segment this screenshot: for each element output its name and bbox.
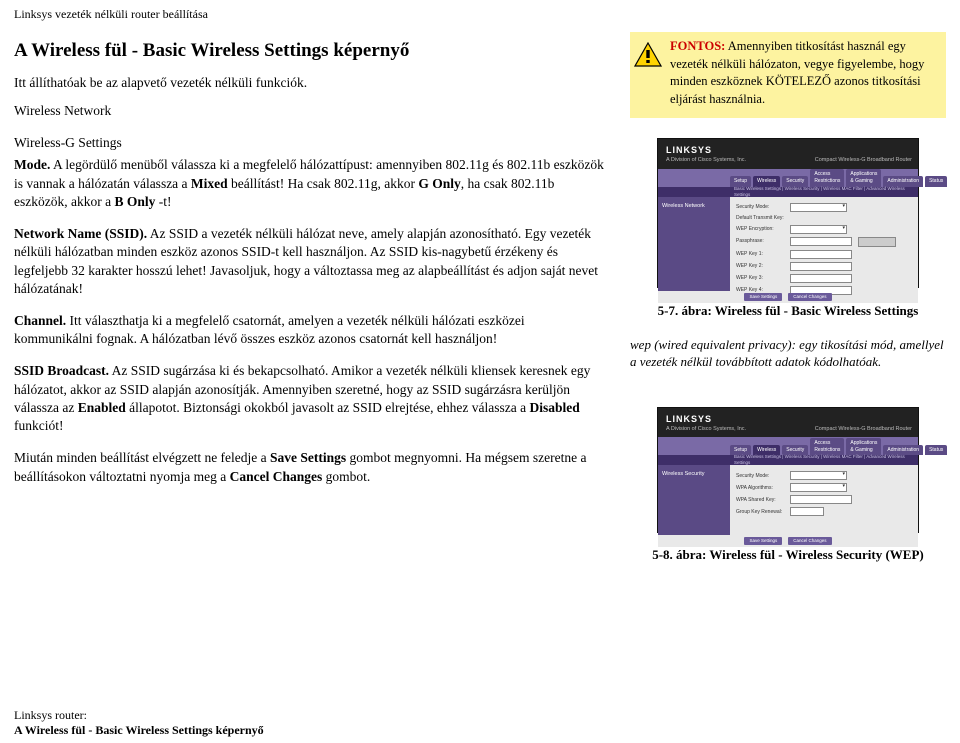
- form-label: Default Transmit Key:: [736, 215, 784, 222]
- footer-line-1: Linksys router:: [14, 708, 264, 724]
- sidebar-column: FONTOS: Amennyiben titkosítást használ e…: [630, 32, 946, 564]
- subsection-wireless-g-settings: Wireless-G Settings: [14, 134, 604, 152]
- brand-subtext-right: Compact Wireless-G Broadband Router: [815, 426, 912, 433]
- generate-button: [858, 237, 896, 247]
- router-screenshot-basic-wireless: LINKSYS A Division of Cisco Systems, Inc…: [657, 138, 919, 288]
- sub-tab-bar: Basic Wireless Settings | Wireless Secur…: [658, 187, 918, 197]
- form-select: [790, 471, 847, 480]
- form-label: WEP Key 3:: [736, 275, 784, 282]
- two-column-layout: A Wireless fül - Basic Wireless Settings…: [14, 32, 946, 564]
- form-input: [790, 495, 852, 504]
- tab-apps: Applications & Gaming: [846, 438, 881, 456]
- page-footer: Linksys router: A Wireless fül - Basic W…: [14, 708, 264, 739]
- important-callout: FONTOS: Amennyiben titkosítást használ e…: [630, 32, 946, 118]
- wep-definition-note: wep (wired equivalent privacy): egy tiko…: [630, 336, 946, 371]
- text: Miután minden beállítást elvégzett ne fe…: [14, 450, 270, 465]
- router-screenshot-wireless-security: LINKSYS A Division of Cisco Systems, Inc…: [657, 407, 919, 533]
- label-network-name: Network Name (SSID).: [14, 226, 147, 241]
- text: -t!: [155, 194, 171, 209]
- figure-caption-5-7: 5-7. ábra: Wireless fül - Basic Wireless…: [630, 302, 946, 320]
- figure-caption-5-8: 5-8. ábra: Wireless fül - Wireless Secur…: [630, 547, 946, 564]
- form-label: WEP Key 2:: [736, 263, 784, 270]
- tab-status: Status: [925, 445, 947, 456]
- tab-bar: Setup Wireless Security Access Restricti…: [658, 169, 918, 187]
- text: gombot.: [322, 469, 370, 484]
- form-label: Group Key Renewal:: [736, 509, 784, 516]
- callout-lead: FONTOS:: [670, 39, 725, 53]
- panel-form: Security Mode: WPA Algorithms: WPA Share…: [730, 465, 918, 535]
- value-mixed: Mixed: [191, 176, 228, 191]
- figure-5-8: LINKSYS A Division of Cisco Systems, Inc…: [630, 407, 946, 564]
- cancel-changes-button: Cancel Changes: [788, 537, 831, 545]
- form-label: WEP Encryption:: [736, 226, 784, 233]
- form-input: [790, 250, 852, 259]
- subsection-wireless-network: Wireless Network: [14, 102, 604, 120]
- form-label: Security Mode:: [736, 473, 784, 480]
- form-label: WPA Algorithms:: [736, 485, 784, 492]
- section-subtitle: Itt állíthatóak be az alapvető vezeték n…: [14, 74, 604, 92]
- brand-label: LINKSYS: [658, 139, 918, 157]
- paragraph-mode: Mode. A legördülő menüből válassza ki a …: [14, 156, 604, 211]
- text: állapotot. Biztonsági okokból javasolt a…: [126, 400, 530, 415]
- paragraph-ssid-broadcast: SSID Broadcast. Az SSID sugárzása ki és …: [14, 362, 604, 435]
- label-mode: Mode.: [14, 157, 50, 172]
- form-input: [790, 507, 824, 516]
- value-save-settings: Save Settings: [270, 450, 346, 465]
- value-disabled: Disabled: [530, 400, 580, 415]
- form-label: Security Mode:: [736, 204, 784, 211]
- form-label: Passphrase:: [736, 238, 784, 245]
- tab-status: Status: [925, 176, 947, 187]
- form-label: WEP Key 1:: [736, 251, 784, 258]
- value-cancel-changes: Cancel Changes: [230, 469, 323, 484]
- main-content-column: A Wireless fül - Basic Wireless Settings…: [14, 32, 604, 564]
- text: beállítást! Ha csak 802.11g, akkor: [228, 176, 419, 191]
- form-input: [790, 274, 852, 283]
- label-channel: Channel.: [14, 313, 66, 328]
- value-b-only: B Only: [114, 194, 155, 209]
- footer-line-2: A Wireless fül - Basic Wireless Settings…: [14, 723, 264, 739]
- form-input: [790, 262, 852, 271]
- save-settings-button: Save Settings: [744, 293, 782, 301]
- text: funkciót!: [14, 418, 64, 433]
- cancel-changes-button: Cancel Changes: [788, 293, 831, 301]
- save-settings-button: Save Settings: [744, 537, 782, 545]
- form-input: [790, 237, 852, 246]
- tab-access: Access Restrictions: [810, 169, 844, 187]
- tab-access: Access Restrictions: [810, 438, 844, 456]
- tab-bar: Setup Wireless Security Access Restricti…: [658, 437, 918, 455]
- text: Itt választhatja ki a megfelelő csatorná…: [14, 313, 525, 346]
- value-g-only: G Only: [418, 176, 460, 191]
- panel-left-label: Wireless Security: [658, 465, 730, 535]
- tab-apps: Applications & Gaming: [846, 169, 881, 187]
- brand-subtext-right: Compact Wireless-G Broadband Router: [815, 157, 912, 164]
- callout-text: FONTOS: Amennyiben titkosítást használ e…: [670, 38, 938, 108]
- paragraph-channel: Channel. Itt választhatja ki a megfelelő…: [14, 312, 604, 348]
- brand-subtext-left: A Division of Cisco Systems, Inc.: [666, 426, 746, 433]
- brand-label: LINKSYS: [658, 408, 918, 426]
- panel-form: Security Mode: Default Transmit Key: WEP…: [730, 197, 918, 291]
- sub-tab-bar: Basic Wireless Settings | Wireless Secur…: [658, 455, 918, 465]
- form-select: [790, 483, 847, 492]
- form-select: [790, 203, 847, 212]
- figure-5-7: LINKSYS A Division of Cisco Systems, Inc…: [630, 138, 946, 320]
- warning-icon: [634, 42, 662, 108]
- form-select: [790, 225, 847, 234]
- label-ssid-broadcast: SSID Broadcast.: [14, 363, 109, 378]
- paragraph-save: Miután minden beállítást elvégzett ne fe…: [14, 449, 604, 485]
- value-enabled: Enabled: [78, 400, 126, 415]
- brand-subtext-left: A Division of Cisco Systems, Inc.: [666, 157, 746, 164]
- section-heading: A Wireless fül - Basic Wireless Settings…: [14, 38, 604, 64]
- paragraph-ssid: Network Name (SSID). Az SSID a vezeték n…: [14, 225, 604, 298]
- form-label: WPA Shared Key:: [736, 497, 784, 504]
- panel-left-label: Wireless Network: [658, 197, 730, 291]
- page-header: Linksys vezeték nélküli router beállítás…: [14, 6, 946, 22]
